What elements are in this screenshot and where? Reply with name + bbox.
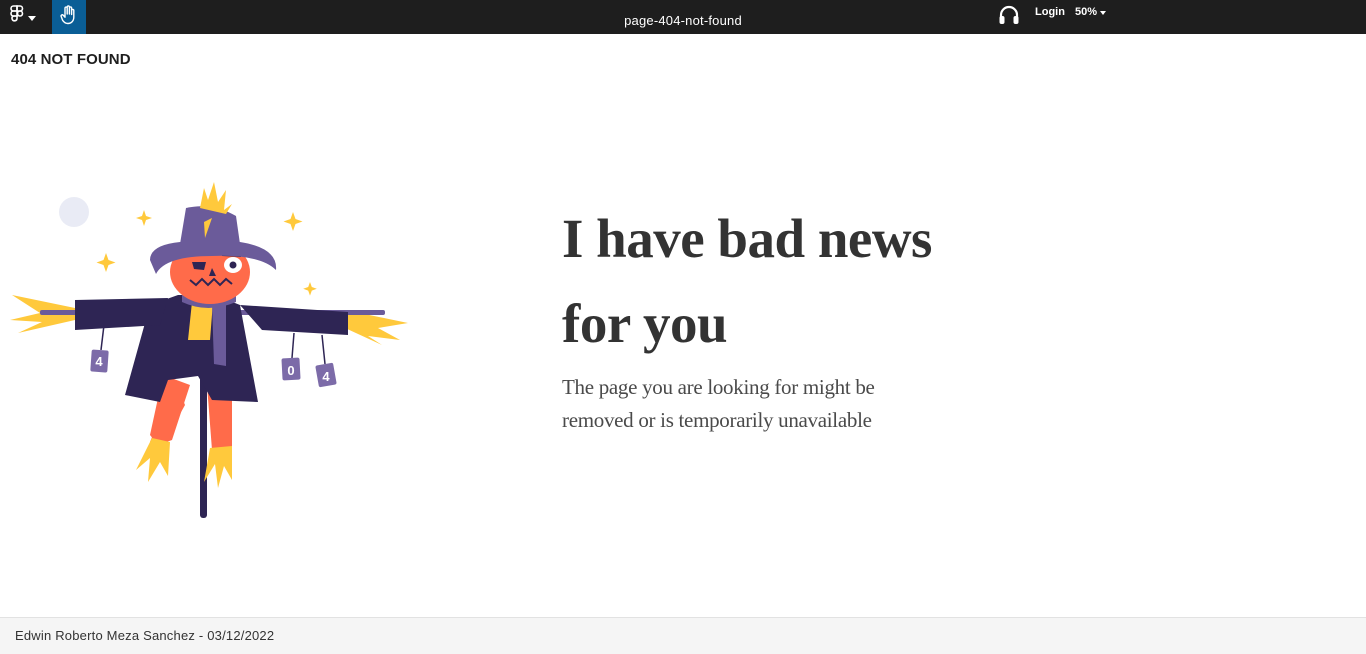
can-label: 0: [287, 363, 294, 378]
can-label: 4: [95, 354, 103, 369]
footer-credit: Edwin Roberto Meza Sanchez - 03/12/2022: [15, 628, 275, 643]
footer-bar: Edwin Roberto Meza Sanchez - 03/12/2022: [0, 617, 1366, 654]
chevron-down-icon: [1100, 6, 1107, 18]
zoom-label: 50%: [1075, 6, 1098, 18]
frame-label: 404 NOT FOUND: [11, 51, 131, 68]
description-line: The page you are looking for might be: [562, 375, 875, 399]
scarecrow-illustration: 4 0 4: [0, 180, 420, 525]
sparkle-star: [283, 212, 303, 231]
page-headline: I have bad news for you: [562, 196, 1022, 366]
headline-line: for you: [562, 293, 728, 354]
headphones-icon: [998, 5, 1020, 30]
sparkle-star: [96, 253, 116, 272]
zoom-dropdown[interactable]: 50%: [1075, 6, 1107, 18]
moon-circle: [59, 197, 89, 227]
description-line: removed or is temporarily unavailable: [562, 408, 872, 432]
can-label: 4: [322, 369, 330, 384]
page-description: The page you are looking for might be re…: [562, 371, 902, 437]
sparkle-star: [303, 282, 317, 296]
login-button[interactable]: Login: [1035, 6, 1065, 18]
sparkle-star: [136, 210, 152, 226]
audio-button[interactable]: [997, 5, 1021, 29]
top-toolbar: page-404-not-found Login 50%: [0, 0, 1366, 34]
file-name: page-404-not-found: [624, 13, 742, 28]
headline-line: I have bad news: [562, 208, 932, 269]
